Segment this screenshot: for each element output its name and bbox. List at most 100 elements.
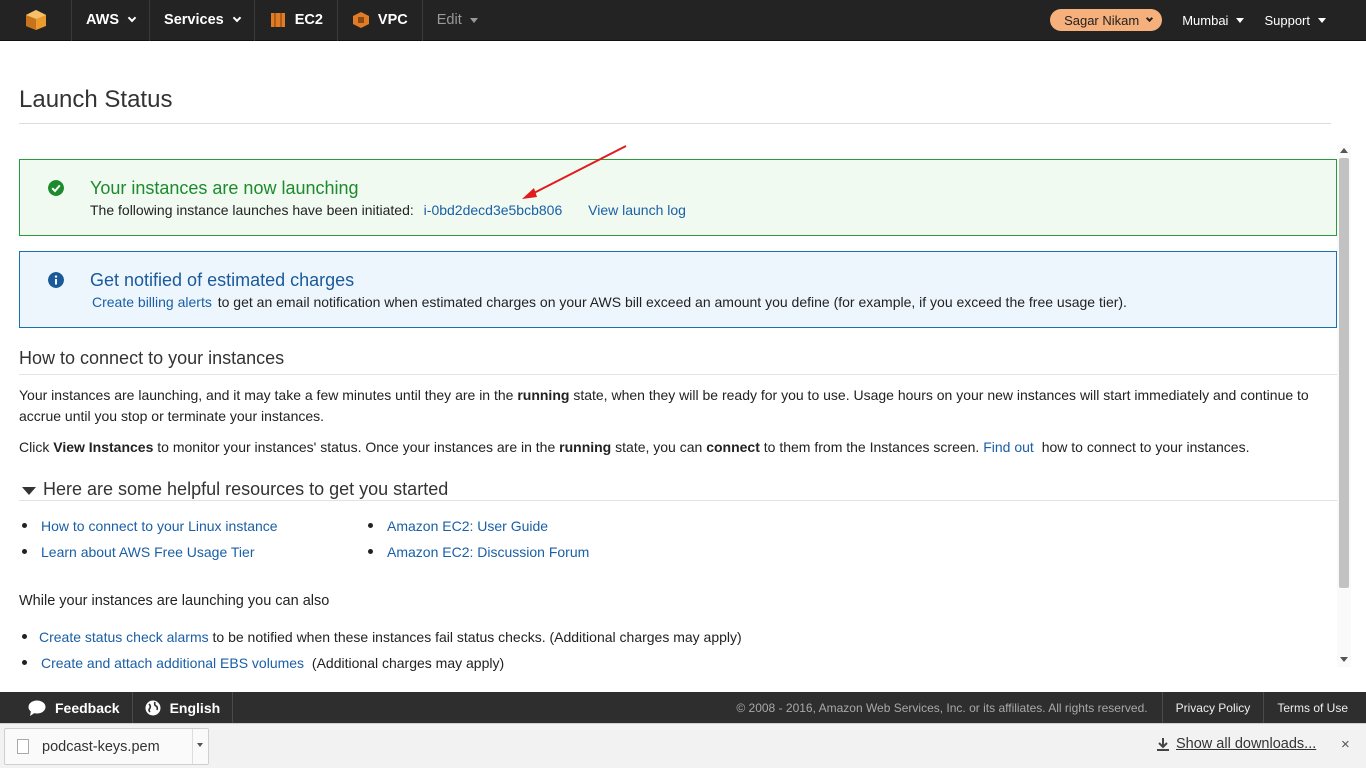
text-span: (Additional charges may apply)	[308, 655, 505, 671]
scrollbar-thumb[interactable]	[1339, 158, 1349, 588]
list-item: Create and attach additional EBS volumes…	[19, 653, 742, 679]
info-circle-icon	[48, 272, 64, 288]
billing-body: Create billing alerts to get an email no…	[92, 294, 1127, 310]
download-arrow-icon	[1157, 738, 1169, 751]
success-heading: Your instances are now launching	[90, 178, 359, 198]
list-item: How to connect to your Linux instance	[19, 516, 278, 542]
text-span: Your instances are launching, and it may…	[19, 387, 518, 403]
support-label: Support	[1264, 12, 1310, 28]
user-account-menu[interactable]: Sagar Nikam	[1050, 9, 1163, 31]
bold-running: running	[559, 439, 612, 455]
connect-paragraph-2: Click View Instances to monitor your ins…	[19, 437, 1319, 458]
annotation-arrow-icon	[522, 145, 627, 199]
connect-divider	[19, 374, 1337, 375]
bold-connect: connect	[706, 439, 760, 455]
edit-menu[interactable]: Edit	[423, 0, 492, 41]
show-all-downloads-label: Show all downloads...	[1176, 736, 1317, 752]
text-span: to them from the Instances screen.	[759, 439, 984, 455]
chevron-down-icon	[127, 13, 137, 23]
region-label: Mumbai	[1182, 12, 1229, 28]
success-body: The following instance launches have bee…	[90, 202, 686, 218]
ec2-service-icon	[270, 13, 285, 27]
vpc-shortcut-label: VPC	[377, 12, 408, 28]
also-heading: While your instances are launching you c…	[19, 593, 330, 609]
download-file-name: podcast-keys.pem	[42, 738, 160, 755]
downloads-bar: podcast-keys.pem Show all downloads... ×	[0, 723, 1366, 768]
privacy-policy-link[interactable]: Privacy Policy	[1163, 692, 1265, 723]
file-icon	[17, 739, 29, 754]
language-button[interactable]: English	[133, 692, 234, 723]
aws-menu-label: AWS	[86, 12, 120, 28]
collapse-triangle-icon[interactable]	[22, 487, 36, 495]
billing-body-text: to get an email notification when estima…	[217, 294, 1127, 310]
top-navigation-bar: AWS Services EC2 VPC Edit Sagar Nikam Mu…	[0, 0, 1366, 41]
status-check-alarms-link[interactable]: Create status check alarms	[39, 629, 209, 645]
user-name: Sagar Nikam	[1064, 12, 1140, 28]
console-footer: Feedback English © 2008 - 2016, Amazon W…	[0, 692, 1366, 723]
chevron-down-icon	[1146, 14, 1154, 22]
feedback-button[interactable]: Feedback	[0, 692, 133, 723]
launch-success-alert: Your instances are now launching The fol…	[19, 145, 1337, 236]
discussion-forum-link[interactable]: Amazon EC2: Discussion Forum	[387, 544, 589, 560]
billing-heading: Get notified of estimated charges	[90, 270, 355, 290]
download-options-button[interactable]	[192, 729, 208, 764]
services-menu-label: Services	[164, 12, 224, 28]
text-span: Click	[19, 439, 54, 455]
aws-logo-button[interactable]	[0, 0, 72, 41]
check-circle-icon	[48, 180, 64, 196]
list-item: Amazon EC2: User Guide	[365, 516, 589, 542]
text-span: to monitor your instances' status. Once …	[153, 439, 560, 455]
bold-view-instances: View Instances	[53, 439, 154, 455]
download-item[interactable]: podcast-keys.pem	[4, 728, 209, 765]
chevron-down-icon	[232, 13, 241, 23]
list-item: Amazon EC2: Discussion Forum	[365, 542, 589, 568]
text-span: how to connect to your instances.	[1037, 439, 1250, 455]
text-span: state, you can	[611, 439, 707, 455]
caret-down-icon	[469, 17, 478, 23]
aws-menu[interactable]: AWS	[72, 0, 151, 41]
speech-bubble-icon	[28, 700, 46, 716]
find-out-link[interactable]: Find out	[983, 439, 1034, 455]
instance-id-link[interactable]: i-0bd2decd3e5bcb806	[424, 202, 563, 218]
services-menu[interactable]: Services	[150, 0, 255, 41]
view-launch-log-link[interactable]: View launch log	[588, 202, 686, 218]
edit-menu-label: Edit	[436, 12, 462, 28]
support-menu[interactable]: Support	[1254, 0, 1336, 41]
terms-of-use-link[interactable]: Terms of Use	[1264, 692, 1366, 723]
ebs-volumes-link[interactable]: Create and attach additional EBS volumes	[41, 655, 304, 671]
text-span: to be notified when these instances fail…	[208, 629, 742, 645]
scroll-up-arrow-icon[interactable]	[1340, 148, 1348, 153]
aws-cube-icon	[25, 10, 46, 30]
vpc-service-icon	[352, 12, 369, 28]
resources-divider	[19, 500, 1337, 501]
resources-heading[interactable]: Here are some helpful resources to get y…	[43, 479, 448, 500]
create-billing-alerts-link[interactable]: Create billing alerts	[92, 294, 212, 310]
free-tier-link[interactable]: Learn about AWS Free Usage Tier	[41, 544, 254, 560]
language-label: English	[169, 699, 221, 716]
vertical-scrollbar[interactable]	[1337, 144, 1351, 667]
ec2-shortcut[interactable]: EC2	[255, 0, 338, 41]
ec2-shortcut-label: EC2	[294, 12, 323, 28]
scroll-down-arrow-icon[interactable]	[1340, 657, 1348, 662]
main-content: Launch Status Your instances are now lau…	[0, 41, 1366, 692]
caret-down-icon	[1236, 17, 1245, 23]
caret-down-icon	[197, 743, 203, 747]
title-divider	[19, 123, 1331, 124]
feedback-label: Feedback	[55, 699, 120, 716]
bold-running: running	[517, 387, 570, 403]
connect-heading: How to connect to your instances	[19, 348, 285, 368]
vpc-shortcut[interactable]: VPC	[338, 0, 423, 41]
copyright-text: © 2008 - 2016, Amazon Web Services, Inc.…	[722, 692, 1163, 723]
linux-connect-link[interactable]: How to connect to your Linux instance	[41, 518, 278, 534]
list-item: Create status check alarms to be notifie…	[19, 627, 742, 653]
page-title: Launch Status	[19, 86, 173, 113]
user-guide-link[interactable]: Amazon EC2: User Guide	[387, 518, 548, 534]
region-menu[interactable]: Mumbai	[1172, 0, 1254, 41]
close-downloads-bar-icon[interactable]: ×	[1341, 736, 1350, 753]
billing-info-alert: Get notified of estimated charges Create…	[19, 251, 1337, 328]
footer-right-group: © 2008 - 2016, Amazon Web Services, Inc.…	[722, 692, 1366, 723]
success-body-text: The following instance launches have bee…	[90, 202, 414, 218]
show-all-downloads-link[interactable]: Show all downloads...	[1156, 736, 1316, 752]
also-list: Create status check alarms to be notifie…	[19, 627, 742, 679]
globe-icon	[145, 700, 161, 715]
